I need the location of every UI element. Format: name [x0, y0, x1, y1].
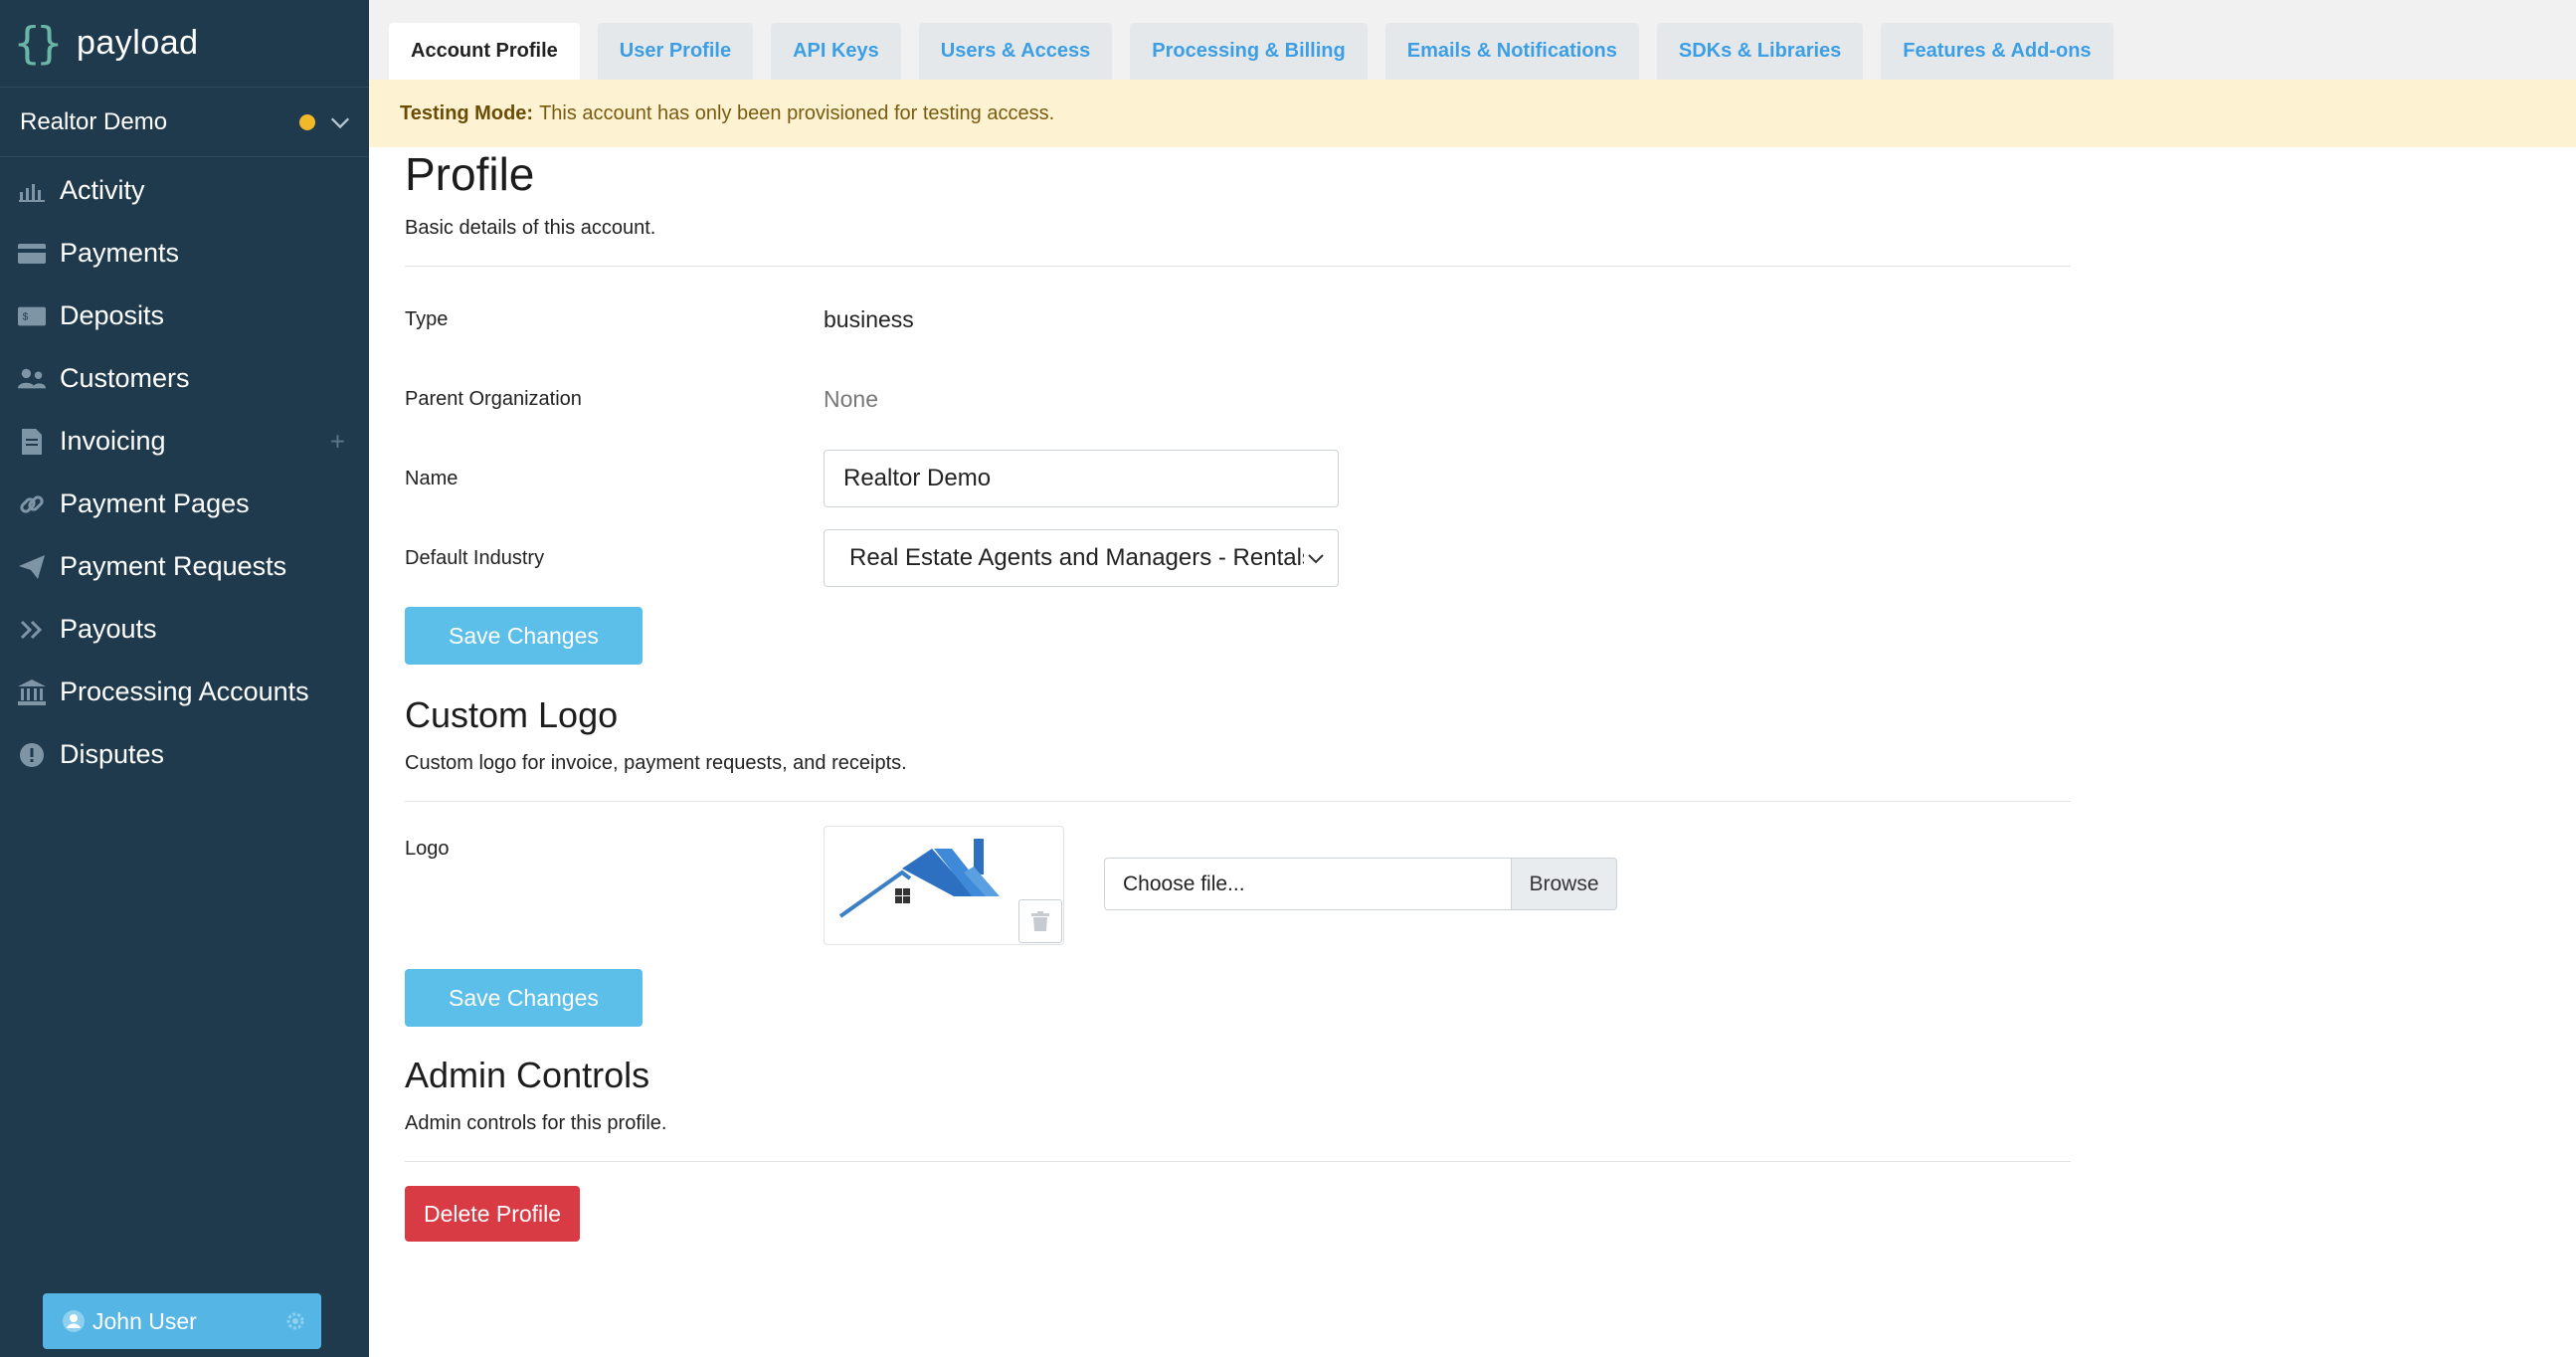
type-row: Type business [405, 291, 2071, 348]
chevron-down-icon [1304, 546, 1328, 570]
custom-logo-subtitle: Custom logo for invoice, payment request… [405, 752, 2071, 802]
sidebar-item-label: Activity [60, 175, 145, 205]
account-status-dot [299, 113, 315, 130]
sidebar-item-activity[interactable]: Activity [0, 159, 369, 222]
delete-logo-button[interactable] [1018, 899, 1062, 943]
parent-organization-value: None [824, 385, 878, 412]
cash-icon: $ [18, 302, 46, 330]
sidebar-item-label: Payments [60, 238, 180, 268]
admin-controls-title: Admin Controls [405, 1055, 650, 1095]
sidebar-item-label: Invoicing [60, 426, 166, 456]
sidebar-item-deposits[interactable]: $ Deposits [0, 285, 369, 347]
default-industry-select[interactable]: Real Estate Agents and Managers - Rental… [824, 529, 1339, 587]
sidebar-item-payment-requests[interactable]: Payment Requests [0, 535, 369, 598]
brand-logo-icon: {} [14, 18, 63, 69]
users-icon [18, 365, 46, 393]
tab-account-profile[interactable]: Account Profile [389, 23, 580, 80]
exclamation-circle-icon [18, 741, 46, 769]
paper-plane-icon [18, 553, 46, 581]
bank-icon [18, 678, 46, 706]
parent-organization-label: Parent Organization [405, 387, 582, 410]
logo-label: Logo [405, 838, 450, 860]
sidebar-item-label: Customers [60, 363, 190, 393]
save-logo-button[interactable]: Save Changes [405, 969, 643, 1027]
name-row: Name [405, 450, 2071, 507]
default-industry-value: Real Estate Agents and Managers - Rental… [849, 544, 1314, 571]
gear-icon[interactable] [285, 1311, 305, 1331]
trash-icon [1031, 911, 1049, 931]
browse-button[interactable]: Browse [1511, 858, 1617, 910]
sidebar-item-invoicing[interactable]: Invoicing + [0, 410, 369, 473]
brand[interactable]: {} payload [0, 0, 369, 88]
logo-preview [824, 826, 1064, 945]
default-industry-label: Default Industry [405, 546, 545, 569]
sidebar-item-label: Payment Pages [60, 488, 250, 518]
tab-users-access[interactable]: Users & Access [918, 23, 1113, 80]
banner-text: This account has only been provisioned f… [539, 101, 1055, 124]
name-field[interactable] [824, 450, 1339, 507]
add-invoice-icon[interactable]: + [330, 426, 345, 457]
tab-emails-notifications[interactable]: Emails & Notifications [1384, 23, 1639, 80]
tab-processing-billing[interactable]: Processing & Billing [1130, 23, 1368, 80]
sidebar-nav: Activity Payments $ Deposits Customers I… [0, 157, 369, 786]
delete-profile-button[interactable]: Delete Profile [405, 1186, 581, 1242]
admin-controls-subtitle: Admin controls for this profile. [405, 1112, 2071, 1162]
banner-title: Testing Mode: [400, 101, 534, 124]
user-menu-button[interactable]: John User [43, 1293, 321, 1349]
credit-card-icon [18, 240, 46, 268]
type-value: business [824, 305, 914, 332]
tab-user-profile[interactable]: User Profile [597, 23, 754, 80]
sidebar-item-disputes[interactable]: Disputes [0, 723, 369, 786]
svg-text:$: $ [23, 311, 29, 322]
sidebar-item-payouts[interactable]: Payouts [0, 598, 369, 661]
logo-row: Logo Choose file... Browse [405, 826, 2071, 945]
main-area: Account Profile User Profile API Keys Us… [369, 0, 2576, 1357]
settings-tabs: Account Profile User Profile API Keys Us… [369, 0, 2576, 80]
tab-features-addons[interactable]: Features & Add-ons [1881, 23, 2114, 80]
sidebar-item-processing-accounts[interactable]: Processing Accounts [0, 661, 369, 723]
link-icon [18, 490, 46, 518]
profile-subtitle: Basic details of this account. [405, 217, 2071, 267]
sidebar-item-label: Payouts [60, 614, 157, 644]
sidebar-item-payments[interactable]: Payments [0, 222, 369, 285]
sidebar-item-label: Deposits [60, 300, 165, 330]
sidebar: {} payload Realtor Demo Activity Payment… [0, 0, 369, 1357]
file-field[interactable]: Choose file... [1104, 858, 1511, 910]
brand-name: payload [76, 24, 199, 62]
save-profile-button[interactable]: Save Changes [405, 607, 643, 665]
double-chevron-right-icon [18, 616, 46, 644]
account-switcher[interactable]: Realtor Demo [0, 88, 369, 157]
bar-chart-icon [18, 177, 46, 205]
name-label: Name [405, 467, 459, 489]
user-avatar-icon [63, 1310, 85, 1332]
chevron-down-icon[interactable] [329, 111, 351, 133]
settings-content: Profile Basic details of this account. T… [405, 147, 2071, 1242]
tab-api-keys[interactable]: API Keys [771, 23, 901, 80]
user-name: John User [92, 1307, 197, 1334]
sidebar-item-customers[interactable]: Customers [0, 347, 369, 410]
type-label: Type [405, 307, 449, 330]
parent-organization-row: Parent Organization None [405, 370, 2071, 428]
default-industry-row: Default Industry Real Estate Agents and … [405, 529, 2071, 587]
sidebar-item-payment-pages[interactable]: Payment Pages [0, 473, 369, 535]
account-name: Realtor Demo [20, 107, 168, 135]
sidebar-item-label: Processing Accounts [60, 677, 309, 706]
profile-title: Profile [405, 148, 535, 200]
custom-logo-title: Custom Logo [405, 694, 619, 735]
sidebar-item-label: Disputes [60, 739, 165, 769]
logo-file-input[interactable]: Choose file... Browse [1104, 858, 1617, 910]
document-icon [18, 428, 46, 456]
tab-sdks-libraries[interactable]: SDKs & Libraries [1656, 23, 1864, 80]
testing-mode-banner: Testing Mode: This account has only been… [369, 80, 2576, 147]
sidebar-item-label: Payment Requests [60, 551, 287, 581]
